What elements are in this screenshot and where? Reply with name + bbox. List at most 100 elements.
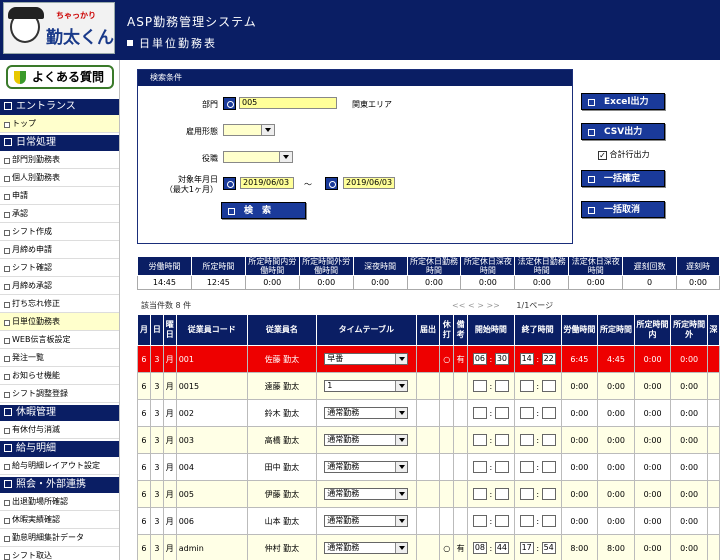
sidebar-item[interactable]: シフト確認 — [0, 259, 119, 277]
table-header-cell[interactable]: 開始時間 — [467, 314, 515, 346]
sidebar-item[interactable]: シフト調整登録 — [0, 385, 119, 403]
faq-button[interactable]: よくある質問 — [6, 65, 114, 89]
sidebar-item[interactable]: 日単位勤務表 — [0, 313, 119, 331]
end-hour-input[interactable] — [519, 380, 534, 392]
sidebar-section-header[interactable]: 日常処理 — [0, 135, 119, 151]
start-hour-input[interactable] — [472, 515, 487, 527]
sidebar-section-header[interactable]: エントランス — [0, 99, 119, 115]
start-minute-input[interactable] — [494, 488, 509, 500]
end-hour-input[interactable] — [519, 407, 534, 419]
total-row-option[interactable]: ✓ 合計行出力 — [598, 149, 650, 160]
remarks-cell[interactable] — [453, 399, 469, 427]
table-header-cell[interactable]: タイムテーブル — [315, 314, 417, 346]
start-minute-input[interactable] — [494, 434, 509, 446]
app-logo[interactable]: ちゃっかり 勤太くん — [3, 2, 115, 54]
remarks-cell[interactable] — [453, 372, 469, 400]
table-row[interactable]: 6 3 月 005 伊藤 勤太 通常勤務::0:00 0:00 0:00 0:00 — [137, 480, 720, 508]
table-header-cell[interactable]: 届出 — [415, 314, 441, 346]
start-minute-input[interactable] — [494, 380, 509, 392]
table-header-cell[interactable]: 所定時間内 — [633, 314, 672, 346]
timetable-select[interactable]: 通常勤務 — [324, 515, 409, 527]
sidebar-item[interactable]: シフト取込 — [0, 547, 119, 560]
start-hour-input[interactable] — [472, 380, 487, 392]
sidebar-item[interactable]: トップ — [0, 115, 119, 133]
sidebar-section-header[interactable]: 照会・外部連携 — [0, 477, 119, 493]
sidebar-item[interactable]: 月締め申請 — [0, 241, 119, 259]
sidebar-section-header[interactable]: 休暇管理 — [0, 405, 119, 421]
table-header-cell[interactable]: 月 — [137, 314, 151, 346]
dept-search-icon[interactable] — [223, 97, 236, 110]
table-header-cell[interactable]: 休打 — [439, 314, 455, 346]
end-hour-input[interactable]: 17 — [519, 542, 534, 554]
table-header-cell[interactable]: 備考 — [453, 314, 469, 346]
sidebar-section-header[interactable]: 給与明細 — [0, 441, 119, 457]
table-header-cell[interactable]: 深 — [706, 314, 720, 346]
timetable-select[interactable]: 通常勤務 — [324, 542, 409, 554]
post-select[interactable] — [223, 151, 293, 163]
search-button[interactable]: 検 索 — [221, 202, 306, 219]
remarks-cell[interactable]: 有 — [453, 345, 469, 373]
sidebar-item[interactable]: 個人別勤務表 — [0, 169, 119, 187]
table-header-cell[interactable]: 日 — [149, 314, 164, 346]
start-minute-input[interactable]: 44 — [494, 542, 509, 554]
end-hour-input[interactable]: 14 — [519, 353, 534, 365]
timetable-select[interactable]: 通常勤務 — [324, 434, 409, 446]
date-to-input[interactable]: 2019/06/03 — [343, 177, 395, 189]
sidebar-item[interactable]: お知らせ機能 — [0, 367, 119, 385]
sidebar-item[interactable]: 打ち忘れ修正 — [0, 295, 119, 313]
table-row[interactable]: 6 3 月 004 田中 勤太 通常勤務::0:00 0:00 0:00 0:00 — [137, 453, 720, 481]
sidebar-item[interactable]: 申請 — [0, 187, 119, 205]
sidebar-item[interactable]: シフト作成 — [0, 223, 119, 241]
dept-code-input[interactable]: 005 — [239, 97, 337, 109]
end-hour-input[interactable] — [519, 488, 534, 500]
start-minute-input[interactable] — [494, 407, 509, 419]
sidebar-item[interactable]: 勤怠明細集計データ — [0, 529, 119, 547]
calendar-to-icon[interactable] — [325, 177, 338, 190]
start-hour-input[interactable] — [472, 461, 487, 473]
table-row[interactable]: 6 3 月 002 鈴木 勤太 通常勤務::0:00 0:00 0:00 0:00 — [137, 399, 720, 427]
sidebar-item[interactable]: 部門別勤務表 — [0, 151, 119, 169]
start-hour-input[interactable] — [472, 407, 487, 419]
table-row[interactable]: 6 3 月 admin 仲村 勤太 通常勤務 ○ 有 08:44 17:54 8:00 8:00 0:0… — [137, 534, 720, 560]
table-header-cell[interactable]: 所定時間外 — [670, 314, 708, 346]
table-header-cell[interactable]: 終了時間 — [513, 314, 562, 346]
sidebar-item[interactable]: 有休付与消滅 — [0, 421, 119, 439]
start-hour-input[interactable]: 08 — [472, 542, 487, 554]
table-row[interactable]: 6 3 月 001 佐藤 勤太 早番 ○ 有 06:30 14:22 6:45 4:45 0:00 0:0… — [137, 345, 720, 373]
end-minute-input[interactable] — [541, 461, 556, 473]
sidebar-item[interactable]: 出退勤場所確認 — [0, 493, 119, 511]
sidebar-item[interactable]: 休暇実績確認 — [0, 511, 119, 529]
start-hour-input[interactable] — [472, 434, 487, 446]
table-row[interactable]: 6 3 月 0015 遠藤 勤太 1::0:00 0:00 0:00 0:00 — [137, 372, 720, 400]
table-row[interactable]: 6 3 月 003 高橋 勤太 通常勤務::0:00 0:00 0:00 0:00 — [137, 426, 720, 454]
sidebar-item[interactable]: 発注一覧 — [0, 349, 119, 367]
remarks-cell[interactable] — [453, 480, 469, 508]
end-minute-input[interactable]: 54 — [541, 542, 556, 554]
end-minute-input[interactable] — [541, 515, 556, 527]
end-minute-input[interactable] — [541, 434, 556, 446]
start-hour-input[interactable]: 06 — [472, 353, 487, 365]
excel-export-button[interactable]: Excel出力 — [581, 93, 665, 110]
bulk-cancel-button[interactable]: 一括取消 — [581, 201, 665, 218]
end-minute-input[interactable]: 22 — [541, 353, 556, 365]
emptype-select[interactable] — [223, 124, 275, 136]
table-header-cell[interactable]: 曜日 — [162, 314, 177, 346]
end-hour-input[interactable] — [519, 461, 534, 473]
timetable-select[interactable]: 早番 — [324, 353, 409, 365]
bulk-confirm-button[interactable]: 一括確定 — [581, 170, 665, 187]
end-hour-input[interactable] — [519, 515, 534, 527]
timetable-select[interactable]: 通常勤務 — [324, 407, 409, 419]
total-row-checkbox[interactable]: ✓ — [598, 151, 607, 160]
end-minute-input[interactable] — [541, 380, 556, 392]
remarks-cell[interactable] — [453, 453, 469, 481]
end-minute-input[interactable] — [541, 488, 556, 500]
table-header-cell[interactable]: 従業員名 — [246, 314, 317, 346]
sidebar-item[interactable]: 承認 — [0, 205, 119, 223]
remarks-cell[interactable] — [453, 507, 469, 535]
end-hour-input[interactable] — [519, 434, 534, 446]
start-minute-input[interactable] — [494, 461, 509, 473]
timetable-select[interactable]: 1 — [324, 380, 409, 392]
sidebar-item[interactable]: 給与明細レイアウト設定 — [0, 457, 119, 475]
remarks-cell[interactable] — [453, 426, 469, 454]
timetable-select[interactable]: 通常勤務 — [324, 461, 409, 473]
